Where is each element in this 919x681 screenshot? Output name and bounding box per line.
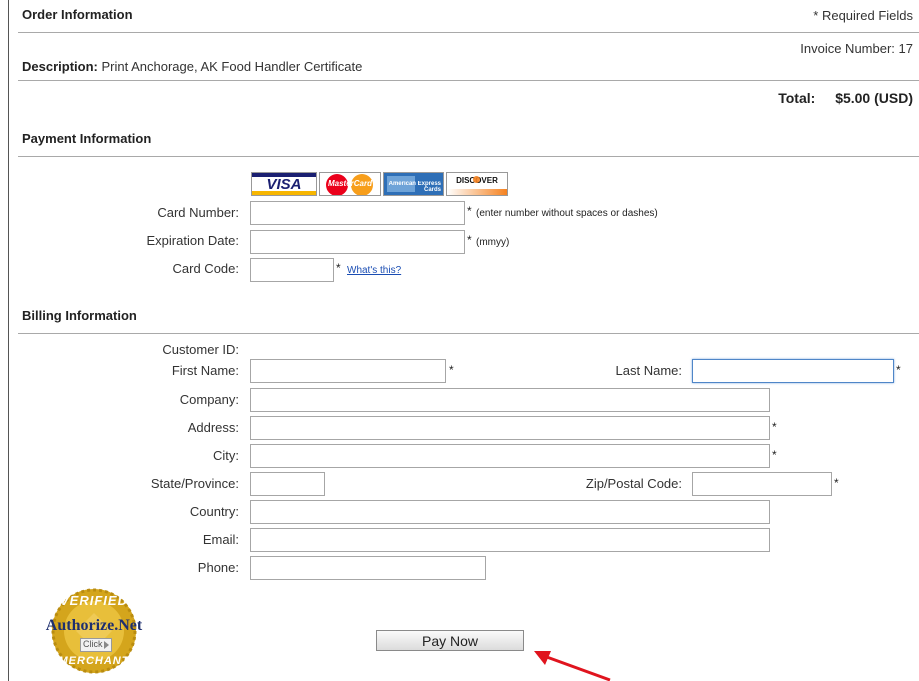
total-value: $5.00 (USD) xyxy=(835,90,913,106)
zip-postal-code-label: Zip/Postal Code: xyxy=(585,476,682,491)
expiration-date-input[interactable] xyxy=(250,230,465,254)
description-value: Print Anchorage, AK Food Handler Certifi… xyxy=(101,59,363,74)
customer-id-label: Customer ID: xyxy=(162,342,239,357)
required-asterisk: * xyxy=(772,448,777,462)
description-label: Description: xyxy=(22,59,98,74)
american-express-icon: American Express Cards xyxy=(383,172,444,196)
required-asterisk: * xyxy=(449,363,454,377)
card-number-hint: (enter number without spaces or dashes) xyxy=(476,208,658,219)
total-label: Total: xyxy=(778,90,816,106)
discover-card-icon: DISCOVER xyxy=(446,172,508,196)
payment-information-header: Payment Information xyxy=(22,131,152,146)
billing-information-header: Billing Information xyxy=(22,308,137,323)
order-information-header: Order Information xyxy=(22,7,133,22)
expiration-date-hint: (mmyy) xyxy=(476,237,510,248)
seal-click-box: Click xyxy=(80,638,112,652)
company-input[interactable] xyxy=(250,388,770,412)
city-label: City: xyxy=(213,448,239,463)
divider xyxy=(18,333,919,334)
country-input[interactable] xyxy=(250,500,770,524)
authorize-net-verified-merchant-seal[interactable]: VERIFIED Authorize.Net Click MERCHANT xyxy=(28,587,160,675)
seal-brand-text: Authorize.Net xyxy=(45,617,143,634)
expiration-date-label: Expiration Date: xyxy=(146,233,240,248)
required-asterisk: * xyxy=(336,261,341,275)
required-asterisk: * xyxy=(772,420,777,434)
email-label: Email: xyxy=(202,532,239,547)
card-code-label: Card Code: xyxy=(172,261,239,276)
phone-input[interactable] xyxy=(250,556,486,580)
mastercard-icon: MasterCard xyxy=(319,172,381,196)
order-total: Total: $5.00 (USD) xyxy=(778,90,913,106)
required-asterisk: * xyxy=(467,233,472,247)
address-label: Address: xyxy=(187,420,239,435)
seal-bottom-text: MERCHANT xyxy=(58,655,130,667)
state-province-input[interactable] xyxy=(250,472,325,496)
order-description: Description: Print Anchorage, AK Food Ha… xyxy=(22,59,362,74)
card-code-input[interactable] xyxy=(250,258,334,282)
seal-top-text: VERIFIED xyxy=(60,593,128,608)
card-number-label: Card Number: xyxy=(157,205,239,220)
divider xyxy=(18,156,919,157)
required-fields-note: * Required Fields xyxy=(813,8,913,23)
address-input[interactable] xyxy=(250,416,770,440)
phone-label: Phone: xyxy=(197,560,239,575)
play-arrow-icon xyxy=(104,641,109,649)
required-asterisk: * xyxy=(834,476,839,490)
zip-postal-code-input[interactable] xyxy=(692,472,832,496)
first-name-input[interactable] xyxy=(250,359,446,383)
invoice-number: Invoice Number: 17 xyxy=(800,41,913,56)
email-input[interactable] xyxy=(250,528,770,552)
first-name-label: First Name: xyxy=(171,363,239,378)
red-arrow-annotation-icon xyxy=(534,651,611,681)
visa-card-icon: VISA xyxy=(251,172,317,196)
last-name-label: Last Name: xyxy=(615,363,682,378)
last-name-input[interactable] xyxy=(692,359,894,383)
country-label: Country: xyxy=(189,504,239,519)
card-number-input[interactable] xyxy=(250,201,465,225)
required-asterisk: * xyxy=(467,204,472,218)
invoice-value: 17 xyxy=(898,41,913,56)
seal-click-text: Click xyxy=(83,639,103,649)
divider xyxy=(18,32,919,33)
city-input[interactable] xyxy=(250,444,770,468)
required-asterisk: * xyxy=(896,363,901,377)
state-province-label: State/Province: xyxy=(150,476,239,491)
company-label: Company: xyxy=(179,392,239,407)
invoice-label: Invoice Number: xyxy=(800,41,895,56)
pay-now-button[interactable]: Pay Now xyxy=(376,630,524,651)
left-border-line xyxy=(8,0,9,681)
whats-this-link[interactable]: What's this? xyxy=(347,265,401,276)
divider xyxy=(18,80,919,81)
